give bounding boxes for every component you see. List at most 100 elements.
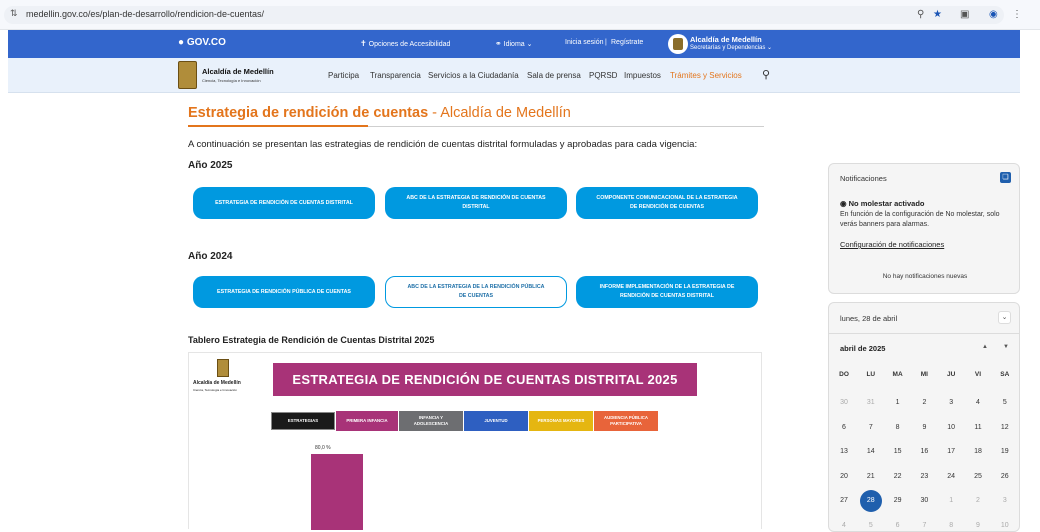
calendar-month[interactable]: abril de 2025 — [840, 344, 885, 353]
dashboard-tab[interactable]: JUVENTUD — [464, 411, 528, 431]
btn-estrategia-2024[interactable]: Estrategia de rendición pública de cuent… — [193, 276, 375, 308]
btn-componente-2025[interactable]: Componente comunicacional de la estrateg… — [576, 187, 758, 219]
org-selector[interactable]: Alcaldía de Medellín Secretarías y Depen… — [690, 35, 772, 51]
calendar-day[interactable]: 3 — [938, 397, 964, 409]
calendar-day[interactable]: 23 — [911, 471, 937, 483]
weekday-label: VI — [974, 371, 982, 378]
calendar-day[interactable]: 6 — [885, 520, 911, 532]
calendar-day[interactable]: 8 — [885, 422, 911, 434]
address-bar[interactable]: ⇅ medellin.gov.co/es/plan-de-desarrollo/… — [4, 6, 1004, 24]
embedded-dashboard[interactable]: Alcaldía de Medellín Ciencia, Tecnología… — [188, 352, 762, 530]
calendar-day[interactable]: 12 — [992, 422, 1018, 434]
calendar-day[interactable]: 31 — [858, 397, 884, 409]
calendar-day[interactable]: 22 — [885, 471, 911, 483]
month-next-icon[interactable]: ▼ — [1003, 344, 1009, 350]
calendar-day[interactable]: 30 — [831, 397, 857, 409]
logo-title: Alcaldía de Medellín — [202, 67, 274, 76]
calendar-day[interactable]: 3 — [992, 495, 1018, 507]
site-info-icon[interactable]: ⇅ — [10, 8, 18, 19]
calendar-day[interactable]: 24 — [938, 471, 964, 483]
register-link[interactable]: Regístrate — [611, 39, 643, 46]
year-2024-heading: Año 2024 — [188, 251, 233, 262]
calendar-day[interactable]: 1 — [885, 397, 911, 409]
calendar-day[interactable]: 2 — [911, 397, 937, 409]
calendar-day[interactable]: 10 — [992, 520, 1018, 532]
calendar-day[interactable]: 9 — [965, 520, 991, 532]
dnd-toggle-icon[interactable]: ❏ — [1000, 172, 1011, 183]
notification-settings-link[interactable]: Configuración de notificaciones — [840, 240, 944, 249]
calendar-day[interactable]: 2 — [965, 495, 991, 507]
calendar-day[interactable]: 4 — [831, 520, 857, 532]
calendar-day[interactable]: 17 — [938, 446, 964, 458]
govco-logo[interactable]: ● GOV.CO — [178, 37, 226, 48]
extensions-icon[interactable]: ▣ — [960, 9, 969, 21]
login-link[interactable]: Inicia sesión — [565, 39, 604, 46]
calendar-day[interactable]: 19 — [992, 446, 1018, 458]
calendar-day[interactable]: 1 — [938, 495, 964, 507]
bookmark-star-icon[interactable]: ★ — [933, 9, 942, 21]
accessibility-options[interactable]: ✝ Opciones de Accesibilidad — [360, 39, 450, 48]
calendar-day[interactable]: 8 — [938, 520, 964, 532]
collapse-chevron-icon[interactable]: ⌄ — [998, 311, 1011, 324]
govco-shield-icon: ● — [178, 37, 185, 48]
dashboard-tab[interactable]: AUDIENCIA PÚBLICA PARTICIPATIVA — [594, 411, 658, 431]
calendar-day[interactable]: 30 — [911, 495, 937, 507]
calendar-day[interactable]: 4 — [965, 397, 991, 409]
coat-of-arms-icon — [178, 61, 197, 89]
calendar-date-header: lunes, 28 de abril — [840, 314, 898, 323]
btn-informe-2024[interactable]: Informe implementación de la estrategia … — [576, 276, 758, 308]
calendar-day[interactable]: 16 — [911, 446, 937, 458]
url-text: medellin.gov.co/es/plan-de-desarrollo/re… — [26, 9, 264, 19]
calendar-day[interactable]: 13 — [831, 446, 857, 458]
dashboard-tab[interactable]: INFANCIA Y ADOLESCENCIA — [399, 411, 463, 431]
nav-pqrsd[interactable]: PQRSD — [589, 71, 617, 80]
main-navbar: Alcaldía de Medellín Ciencia, Tecnología… — [8, 58, 1020, 93]
calendar-day[interactable]: 7 — [858, 422, 884, 434]
calendar-day[interactable]: 27 — [831, 495, 857, 507]
calendar-day[interactable]: 29 — [885, 495, 911, 507]
calendar-day[interactable]: 9 — [911, 422, 937, 434]
calendar-day[interactable]: 20 — [831, 471, 857, 483]
calendar-day[interactable]: 5 — [858, 520, 884, 532]
nav-servicios[interactable]: Servicios a la Ciudadanía — [428, 71, 519, 80]
calendar-day[interactable]: 26 — [992, 471, 1018, 483]
nav-impuestos[interactable]: Impuestos — [624, 71, 661, 80]
nav-transparencia[interactable]: Transparencia — [370, 71, 421, 80]
month-prev-icon[interactable]: ▲ — [982, 344, 988, 350]
dashboard-banner: ESTRATEGIA DE RENDICIÓN DE CUENTAS DISTR… — [273, 363, 697, 396]
page-title: Estrategia de rendición de cuentas - Alc… — [188, 105, 571, 121]
calendar-day-today[interactable]: 28 — [859, 490, 882, 512]
notifications-title: Notificaciones — [840, 174, 887, 183]
calendar-day[interactable]: 25 — [965, 471, 991, 483]
dashboard-tab[interactable]: PERSONAS MAYORES — [529, 411, 593, 431]
city-logo[interactable]: Alcaldía de Medellín Ciencia, Tecnología… — [178, 61, 288, 91]
btn-estrategia-2025[interactable]: Estrategia de rendición de cuentas distr… — [193, 187, 375, 219]
calendar-day[interactable]: 21 — [858, 471, 884, 483]
search-icon[interactable]: ⚲ — [762, 68, 770, 81]
nav-participa[interactable]: Participa — [328, 71, 359, 80]
calendar-day[interactable]: 15 — [885, 446, 911, 458]
calendar-panel: lunes, 28 de abril ⌄ abril de 2025 ▲ ▼ D… — [828, 302, 1020, 532]
btn-abc-2024[interactable]: ABC de la estrategia de la rendición púb… — [385, 276, 567, 308]
bar-value-label: 80,0 % — [315, 445, 331, 451]
weekday-label: DO — [839, 371, 849, 378]
calendar-day[interactable]: 18 — [965, 446, 991, 458]
zoom-icon[interactable]: ⚲ — [917, 9, 924, 21]
calendar-day[interactable]: 14 — [858, 446, 884, 458]
notifications-panel: Notificaciones ❏ ◉ No molestar activado … — [828, 163, 1020, 294]
dashboard-tab[interactable]: ESTRATEGIAS — [271, 412, 335, 430]
profile-icon[interactable]: ◉ — [989, 9, 998, 21]
language-selector[interactable]: ⚭ Idioma ⌄ — [495, 39, 533, 48]
nav-tramites[interactable]: Trámites y Servicios — [670, 71, 742, 80]
btn-abc-2025[interactable]: ABC de la estrategia de rendición de cue… — [385, 187, 567, 219]
calendar-day[interactable]: 10 — [938, 422, 964, 434]
menu-kebab-icon[interactable]: ⋮ — [1012, 9, 1022, 21]
calendar-day[interactable]: 5 — [992, 397, 1018, 409]
calendar-day[interactable]: 6 — [831, 422, 857, 434]
calendar-day[interactable]: 11 — [965, 422, 991, 434]
dashboard-tab[interactable]: PRIMERA INFANCIA — [336, 411, 398, 431]
org-sub: Secretarías y Dependencias ⌄ — [690, 45, 773, 51]
nav-sala-prensa[interactable]: Sala de prensa — [527, 71, 581, 80]
calendar-day[interactable]: 7 — [911, 520, 937, 532]
globe-icon: ⚭ — [495, 39, 502, 48]
